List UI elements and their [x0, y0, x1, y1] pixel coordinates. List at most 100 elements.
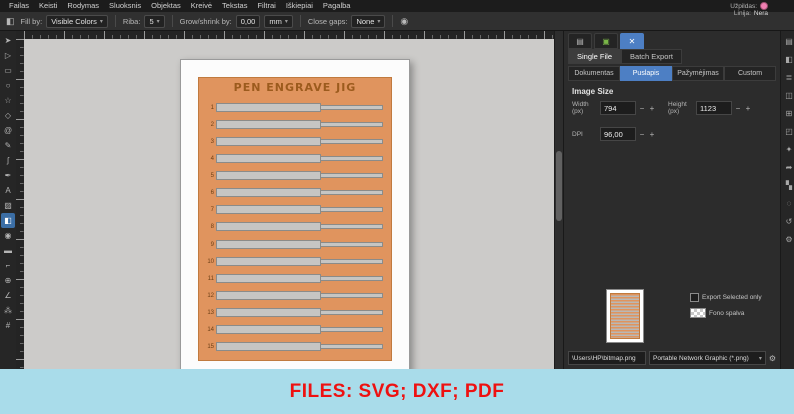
pen-slot[interactable]	[216, 239, 386, 251]
dpi-increment-button[interactable]: +	[648, 130, 656, 139]
fill-color-swatch[interactable]	[760, 2, 768, 10]
dropper-tool[interactable]: ◉	[1, 228, 15, 243]
objects-icon[interactable]: ◫	[785, 91, 793, 100]
layers-icon[interactable]: ≣	[786, 73, 793, 82]
canvas[interactable]: PEN ENGRAVE JIG 1 2 3 4 5 6 7 8 9 10 11 12 13 14 15	[24, 39, 554, 369]
mesh-tool[interactable]: #	[1, 318, 15, 333]
menu-kreive[interactable]: Kreivė	[186, 0, 217, 12]
tab-puslapis[interactable]: Puslapis	[620, 66, 672, 81]
pen-slot-body	[216, 205, 322, 215]
selector-tool[interactable]: ➤	[1, 33, 15, 48]
tab-batch-export[interactable]: Batch Export	[621, 49, 682, 64]
background-color-option[interactable]: Fono spalva	[690, 308, 744, 318]
transform-icon[interactable]: ◰	[785, 127, 793, 136]
fill-by-select[interactable]: Visible Colors ▾	[46, 14, 108, 28]
dpi-input[interactable]: 96,00	[600, 127, 636, 141]
height-input[interactable]: 1123	[696, 101, 732, 115]
zoom-tool[interactable]: ⊕	[1, 273, 15, 288]
vertical-ruler[interactable]	[16, 39, 24, 369]
tab-custom[interactable]: Custom	[724, 66, 776, 81]
threshold-input[interactable]: 5 ▾	[144, 14, 165, 28]
pencil-tool[interactable]: ✎	[1, 138, 15, 153]
pen-slot[interactable]	[216, 273, 386, 285]
menu-filtrai[interactable]: Filtrai	[252, 0, 280, 12]
pen-slot[interactable]	[216, 170, 386, 182]
symbols-icon[interactable]: ✦	[786, 145, 793, 154]
pen-slot[interactable]	[216, 256, 386, 268]
slot-row: 4	[205, 151, 386, 166]
pen-slot[interactable]	[216, 204, 386, 216]
export-selected-checkbox[interactable]	[690, 293, 699, 302]
menu-keisti[interactable]: Keisti	[34, 0, 62, 12]
calligraphy-tool[interactable]: ✒	[1, 168, 15, 183]
tab-pazymejimas[interactable]: Pažymėjimas	[672, 66, 724, 81]
paint-bucket-tool[interactable]: ◧	[1, 213, 15, 228]
pen-slot[interactable]	[216, 102, 386, 114]
height-increment-button[interactable]: +	[744, 104, 752, 113]
box3d-tool[interactable]: ◇	[1, 108, 15, 123]
rectangle-tool[interactable]: ▭	[1, 63, 15, 78]
pen-slot[interactable]	[216, 136, 386, 148]
connector-tool[interactable]: ⌐	[1, 258, 15, 273]
scrollbar-thumb[interactable]	[556, 151, 562, 221]
background-color-swatch[interactable]	[690, 308, 706, 318]
height-decrement-button[interactable]: −	[734, 104, 742, 113]
slot-number: 13	[207, 310, 214, 317]
spiral-tool[interactable]: @	[1, 123, 15, 138]
measure-tool[interactable]: ∠	[1, 288, 15, 303]
xml-editor-icon[interactable]: ▚	[786, 181, 792, 190]
spray-tool[interactable]: ⁂	[1, 303, 15, 318]
pen-slot[interactable]	[216, 119, 386, 131]
toolbar-settings-icon[interactable]: ◉	[400, 16, 408, 27]
pen-slot[interactable]	[216, 221, 386, 233]
tab-dokumentas[interactable]: Dokumentas	[568, 66, 620, 81]
pen-slot[interactable]	[216, 307, 386, 319]
export-dialog-tab[interactable]: ✕	[620, 33, 644, 49]
bezier-tool[interactable]: ʃ	[1, 153, 15, 168]
export-settings-gear-icon[interactable]: ⚙	[769, 354, 776, 363]
unit-select[interactable]: mm ▾	[264, 14, 293, 28]
ellipse-tool[interactable]: ○	[1, 78, 15, 93]
align-icon[interactable]: ⊞	[786, 109, 793, 118]
grow-shrink-input[interactable]: 0,00	[235, 14, 261, 28]
menu-sluoksnis[interactable]: Sluoksnis	[104, 0, 146, 12]
width-decrement-button[interactable]: −	[638, 104, 646, 113]
menu-iskiepiai[interactable]: Iškiepiai	[281, 0, 318, 12]
slot-number: 6	[210, 190, 214, 197]
horizontal-ruler[interactable]	[24, 31, 554, 39]
fill-stroke-icon[interactable]: ◧	[785, 55, 793, 64]
swatches-icon[interactable]: ▤	[785, 37, 793, 46]
export-selected-option[interactable]: Export Selected only	[690, 293, 762, 302]
canvas-vertical-scrollbar[interactable]	[554, 31, 563, 369]
pen-slot[interactable]	[216, 341, 386, 353]
preferences-icon[interactable]: ⚙	[785, 235, 792, 244]
menu-failas[interactable]: Failas	[4, 0, 34, 12]
width-increment-button[interactable]: +	[648, 104, 656, 113]
star-tool[interactable]: ☆	[1, 93, 15, 108]
format-select[interactable]: Portable Network Graphic (*.png) ▾	[649, 351, 766, 365]
pen-slot[interactable]	[216, 187, 386, 199]
menu-objektas[interactable]: Objektas	[146, 0, 186, 12]
export-icon[interactable]: ➦	[786, 163, 793, 172]
node-tool[interactable]: ▷	[1, 48, 15, 63]
gradient-tool[interactable]: ▨	[1, 198, 15, 213]
close-gaps-select[interactable]: None ▾	[351, 14, 386, 28]
pen-jig-design[interactable]: PEN ENGRAVE JIG 1 2 3 4 5 6 7 8 9 10 11 12 13 14 15	[198, 77, 392, 361]
pen-slot[interactable]	[216, 153, 386, 165]
pen-slot[interactable]	[216, 324, 386, 336]
document-dialog-tab[interactable]: ▤	[568, 33, 592, 49]
swatches-dialog-tab[interactable]: ▣	[594, 33, 618, 49]
menu-rodymas[interactable]: Rodymas	[62, 0, 104, 12]
width-input[interactable]: 794	[600, 101, 636, 115]
tab-single-file[interactable]: Single File	[568, 49, 622, 64]
undo-history-icon[interactable]: ↺	[786, 217, 793, 226]
menu-tekstas[interactable]: Tekstas	[217, 0, 252, 12]
dpi-decrement-button[interactable]: −	[638, 130, 646, 139]
eraser-tool[interactable]: ▬	[1, 243, 15, 258]
menu-pagalba[interactable]: Pagalba	[318, 0, 356, 12]
dpi-label: DPI	[572, 130, 583, 138]
find-icon[interactable]: ◌	[787, 199, 792, 208]
text-tool[interactable]: A	[1, 183, 15, 198]
filename-input[interactable]: \Users\HP\bitmap.png	[568, 351, 646, 365]
pen-slot[interactable]	[216, 290, 386, 302]
